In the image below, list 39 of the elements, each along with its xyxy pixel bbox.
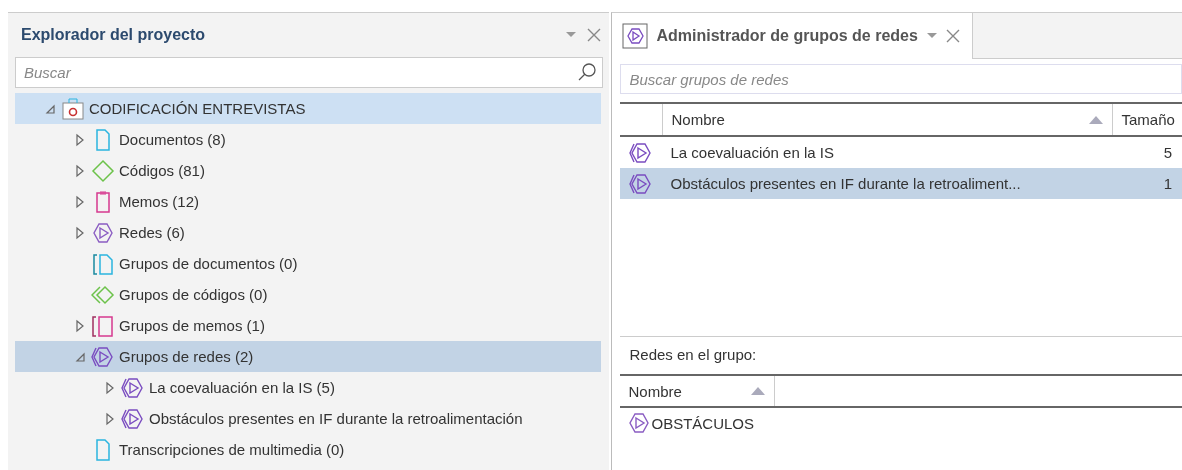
tree-item-label: Redes (6) [119,224,185,241]
tree-item-label: CODIFICACIÓN ENTREVISTAS [89,100,306,117]
search-field[interactable]: Buscar grupos de redes [620,64,1182,94]
tree-item-label: Grupos de redes (2) [119,348,254,365]
column-header[interactable]: Nombre [662,104,1113,135]
search-field[interactable]: Buscar [15,57,604,88]
list-item[interactable]: OBSTÁCULOS [620,408,762,438]
tree-item-label: Grupos de documentos (0) [119,255,298,272]
tree-item[interactable]: CODIFICACIÓN ENTREVISTAS [15,93,602,124]
table-cell-text: 1 [1162,175,1173,192]
tree-item-label: Grupos de códigos (0) [119,286,268,303]
tree-item-label: Memos (12) [119,193,200,210]
column-header[interactable]: Tamaño [1112,104,1182,135]
column-header[interactable]: Nombre [620,376,776,406]
tree-item-label: Obstáculos presentes en IF durante la retroalimentación [149,410,523,427]
table-cell-text: 5 [1162,144,1173,161]
tree-item[interactable]: Grupos de códigos (0) [15,279,602,310]
table-cell-text: Obstáculos presentes en IF durante la retroaliment... [669,175,1022,192]
tree-item[interactable]: Grupos de memos (1) [15,310,602,341]
tree-item-label: Documentos (8) [119,131,226,148]
tree-item[interactable]: Transcripciones de multimedia (0) [15,434,602,465]
tree-item-label: Transcripciones de multimedia (0) [119,441,345,458]
tree-item-label: La coevaluación en la IS (5) [149,379,335,396]
panel-title: Explorador del proyecto [21,26,207,44]
manager-tab[interactable]: Administrador de grupos de redes [612,13,973,59]
tree-item[interactable]: Grupos de redes (2) [15,341,602,372]
tree-item[interactable]: Redes (6) [15,217,602,248]
tree-item-label: Grupos de memos (1) [119,317,265,334]
table-row[interactable]: La coevaluación en la IS 5 [620,137,1182,168]
tree-item[interactable]: La coevaluación en la IS (5) [15,372,602,403]
section-label: Redes en el grupo: [628,345,758,365]
tree-item[interactable]: Grupos de documentos (0) [15,248,602,279]
tree-item[interactable]: Obstáculos presentes en IF durante la retroalimentación [15,403,602,434]
table-cell-text: La coevaluación en la IS [669,144,835,161]
tree-item[interactable]: Memos (12) [15,186,602,217]
tree-item-label: Códigos (81) [119,162,205,179]
tree-item[interactable]: Códigos (81) [15,155,602,186]
table-row[interactable]: Obstáculos presentes en IF durante la retroaliment... 1 [620,168,1182,199]
tree-item[interactable]: Documentos (8) [15,124,602,155]
